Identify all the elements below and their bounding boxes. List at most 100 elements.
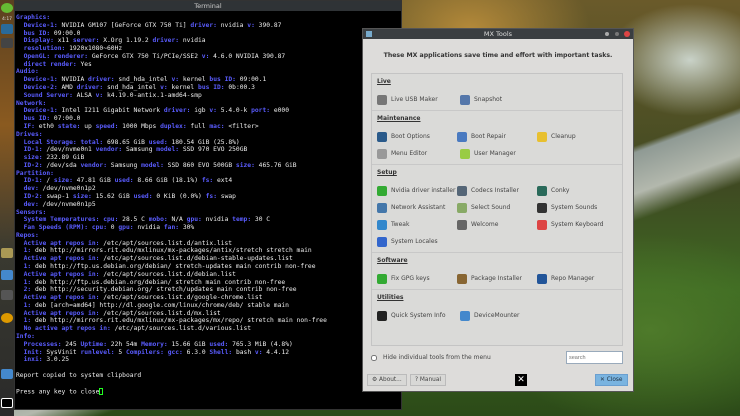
tool-network-assistant[interactable]: Network Assistant — [377, 203, 457, 213]
terminal-key: bus ID: — [16, 115, 50, 122]
tool-label: Select Sound — [471, 204, 510, 211]
tool-nvidia-driver-installer[interactable]: Nvidia driver installer — [377, 186, 457, 196]
maximize-icon[interactable] — [615, 32, 619, 36]
monitor-icon — [377, 311, 387, 321]
tool-tweak[interactable]: Tweak — [377, 220, 457, 230]
terminal-line — [16, 380, 400, 388]
terminal-key: used: — [149, 139, 168, 146]
tool-label: Package Installer — [471, 275, 522, 282]
close-icon[interactable] — [624, 31, 630, 37]
tool-codecs-installer[interactable]: Codecs Installer — [457, 186, 537, 196]
terminal-line: Graphics: — [16, 14, 400, 22]
tools-panel: LiveLive USB MakerSnapshotMaintenanceBoo… — [371, 73, 623, 346]
terminal-value: swap-1 — [43, 193, 73, 200]
tool-conky[interactable]: Conky — [537, 186, 617, 196]
tool-label: Menu Editor — [391, 150, 427, 157]
terminal-line: Init: SysVinit runlevel: 5 Compilers: gc… — [16, 349, 400, 357]
tool-label: System Locales — [391, 238, 438, 245]
tool-select-sound[interactable]: Select Sound — [457, 203, 537, 213]
terminal-window[interactable]: Terminal Graphics: Device-1: NVIDIA GM10… — [14, 0, 402, 410]
terminal-key: size: — [73, 193, 92, 200]
terminal-key: ID-2: — [16, 162, 43, 169]
tools-row: Network Assistant Select Sound System Soun… — [377, 199, 617, 216]
terminal-output[interactable]: Graphics: Device-1: NVIDIA GM107 [GeForc… — [15, 11, 401, 399]
tool-boot-repair[interactable]: Boot Repair — [457, 132, 537, 142]
terminal-key: Device-2: — [16, 84, 58, 91]
tool-label: Boot Options — [391, 133, 430, 140]
terminal-line: dev: /dev/nvme0n1p5 — [16, 201, 400, 209]
tool-system-keyboard[interactable]: System Keyboard — [537, 220, 617, 230]
terminal-value: nvidia — [134, 224, 164, 231]
tool-system-sounds[interactable]: System Sounds — [537, 203, 617, 213]
mx-tools-icon[interactable] — [1, 24, 13, 34]
mx-tools-header: These MX applications save time and effo… — [363, 52, 633, 59]
tool-cleanup[interactable]: Cleanup — [537, 132, 617, 142]
terminal-line: inxi: 3.0.25 — [16, 356, 400, 364]
tweak-icon — [377, 220, 387, 230]
terminal-value: /etc/apt/sources.list.d/google-chrome.li… — [99, 294, 262, 301]
tool-menu-editor[interactable]: Menu Editor — [377, 149, 460, 159]
terminal-key: 1: — [16, 263, 31, 270]
tool-quick-system-info[interactable]: Quick System Info — [377, 311, 460, 321]
terminal-value: 390.87 — [255, 22, 282, 29]
search-input[interactable] — [566, 351, 623, 364]
tool-snapshot[interactable]: Snapshot — [460, 95, 543, 105]
terminal-line: Active apt repos in: /etc/apt/sources.li… — [16, 271, 400, 279]
terminal-key: used: — [134, 193, 153, 200]
terminal-value: <filter> — [225, 123, 259, 130]
volume-icon[interactable] — [1, 290, 13, 300]
terminal-value: 0 — [107, 224, 118, 231]
tool-package-installer[interactable]: Package Installer — [457, 274, 537, 284]
tool-boot-options[interactable]: Boot Options — [377, 132, 457, 142]
tool-live-usb-maker[interactable]: Live USB Maker — [377, 95, 460, 105]
minimize-icon[interactable] — [605, 32, 609, 36]
terminal-key: Sensors: — [16, 209, 46, 216]
terminal-line: ID-2: /dev/sda vendor: Samsung model: SS… — [16, 162, 400, 170]
tool-user-manager[interactable]: User Manager — [460, 149, 543, 159]
network-icon[interactable] — [1, 270, 13, 280]
tools-row: Nvidia driver installerCodecs InstallerC… — [377, 182, 617, 199]
terminal-key: fs: — [206, 193, 217, 200]
mx-menu-icon[interactable] — [1, 3, 13, 13]
terminal-key: used: — [115, 177, 134, 184]
terminal-line: Drives: — [16, 131, 400, 139]
tool-devicemounter[interactable]: DeviceMounter — [460, 311, 543, 321]
workspace-icon[interactable] — [1, 38, 13, 48]
tool-system-locales[interactable]: System Locales — [377, 237, 460, 247]
terminal-value: 4.4.12 — [263, 349, 290, 356]
terminal-key: v: — [171, 76, 179, 83]
mx-tools-titlebar[interactable]: MX Tools — [363, 29, 633, 39]
terminal-value: 30% — [179, 224, 194, 231]
terminal-value: Samsung — [122, 146, 156, 153]
terminal-line: Active apt repos in: /etc/apt/sources.li… — [16, 240, 400, 248]
terminal-key: Memory: — [141, 341, 168, 348]
manual-button[interactable]: ? Manual — [410, 374, 446, 386]
terminal-task-icon[interactable] — [1, 369, 13, 379]
tool-repo-manager[interactable]: Repo Manager — [537, 274, 617, 284]
terminal-line: Active apt repos in: /etc/apt/sources.li… — [16, 310, 400, 318]
terminal-key: size: — [54, 177, 73, 184]
terminal-title: Terminal — [15, 1, 401, 11]
mx-logo-icon[interactable] — [1, 398, 13, 408]
app-icon[interactable] — [1, 248, 13, 258]
updater-icon[interactable] — [1, 313, 13, 323]
close-button[interactable]: ✕ Close — [595, 374, 628, 386]
terminal-value: Report copied to system clipboard — [16, 372, 141, 379]
terminal-key: cpu: — [92, 224, 107, 231]
gear-icon — [377, 132, 387, 142]
terminal-key: vendor: — [80, 162, 107, 169]
terminal-value: nvidia — [202, 216, 232, 223]
terminal-value: 8.66 GiB (18.1%) — [134, 177, 202, 184]
close-icon: ✕ — [600, 377, 607, 383]
terminal-key: renderer: — [54, 53, 88, 60]
terminal-line: Device-1: NVIDIA driver: snd_hda_intel v… — [16, 76, 400, 84]
terminal-key: v: — [247, 22, 255, 29]
hide-tools-checkbox[interactable] — [371, 355, 377, 361]
terminal-value: /etc/apt/sources.list.d/mx.list — [99, 310, 220, 317]
terminal-value: 22h 54m — [107, 341, 141, 348]
tool-welcome[interactable]: Welcome — [457, 220, 537, 230]
tool-fix-gpg-keys[interactable]: Fix GPG keys — [377, 274, 457, 284]
terminal-value: Intel I211 Gigabit Network — [58, 107, 164, 114]
terminal-key: Audio: — [16, 68, 39, 75]
about-button[interactable]: ⚙ About... — [367, 374, 407, 386]
